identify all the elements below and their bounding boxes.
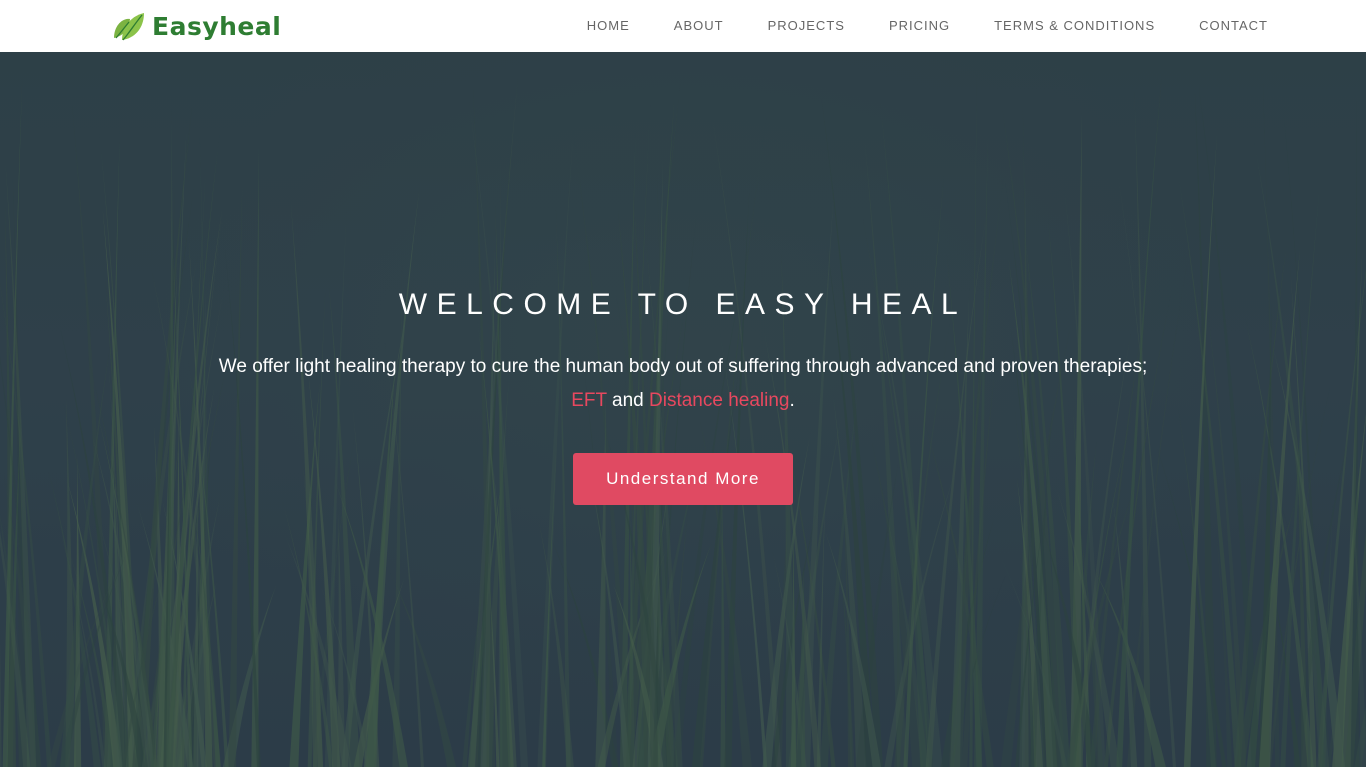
hero-text-and: and (606, 390, 650, 411)
hero-title: WELCOME TO EASY HEAL (398, 288, 968, 321)
nav-link-terms[interactable]: TERMS & CONDITIONS (994, 18, 1155, 33)
navbar: Easyheal HOME ABOUT PROJECTS PRICING TER… (0, 0, 1366, 52)
nav-item-pricing: PRICING (889, 17, 950, 35)
nav-link-projects[interactable]: PROJECTS (768, 18, 845, 33)
nav-link-pricing[interactable]: PRICING (889, 18, 950, 33)
eft-link[interactable]: EFT (571, 390, 607, 411)
nav-link-about[interactable]: ABOUT (674, 18, 724, 33)
hero-description: We offer light healing therapy to cure t… (213, 350, 1153, 418)
nav-link-home[interactable]: HOME (587, 18, 630, 33)
nav-item-about: ABOUT (674, 17, 724, 35)
hero-section: WELCOME TO EASY HEAL We offer light heal… (0, 52, 1366, 767)
understand-more-button[interactable]: Understand More (573, 453, 793, 505)
brand-logo-link[interactable]: Easyheal (112, 9, 281, 43)
nav-item-terms: TERMS & CONDITIONS (994, 17, 1155, 35)
hero-text-end: . (789, 390, 795, 411)
leaf-icon (114, 13, 144, 41)
nav-item-projects: PROJECTS (768, 17, 845, 35)
nav-item-home: HOME (587, 17, 630, 35)
brand-name: Easyheal (152, 11, 282, 41)
distance-healing-link[interactable]: Distance healing (649, 390, 789, 411)
nav-item-contact: CONTACT (1199, 17, 1268, 35)
hero-text-intro: We offer light healing therapy to cure t… (218, 356, 1148, 377)
main-nav: HOME ABOUT PROJECTS PRICING TERMS & COND… (543, 0, 1268, 52)
nav-link-contact[interactable]: CONTACT (1199, 18, 1268, 33)
